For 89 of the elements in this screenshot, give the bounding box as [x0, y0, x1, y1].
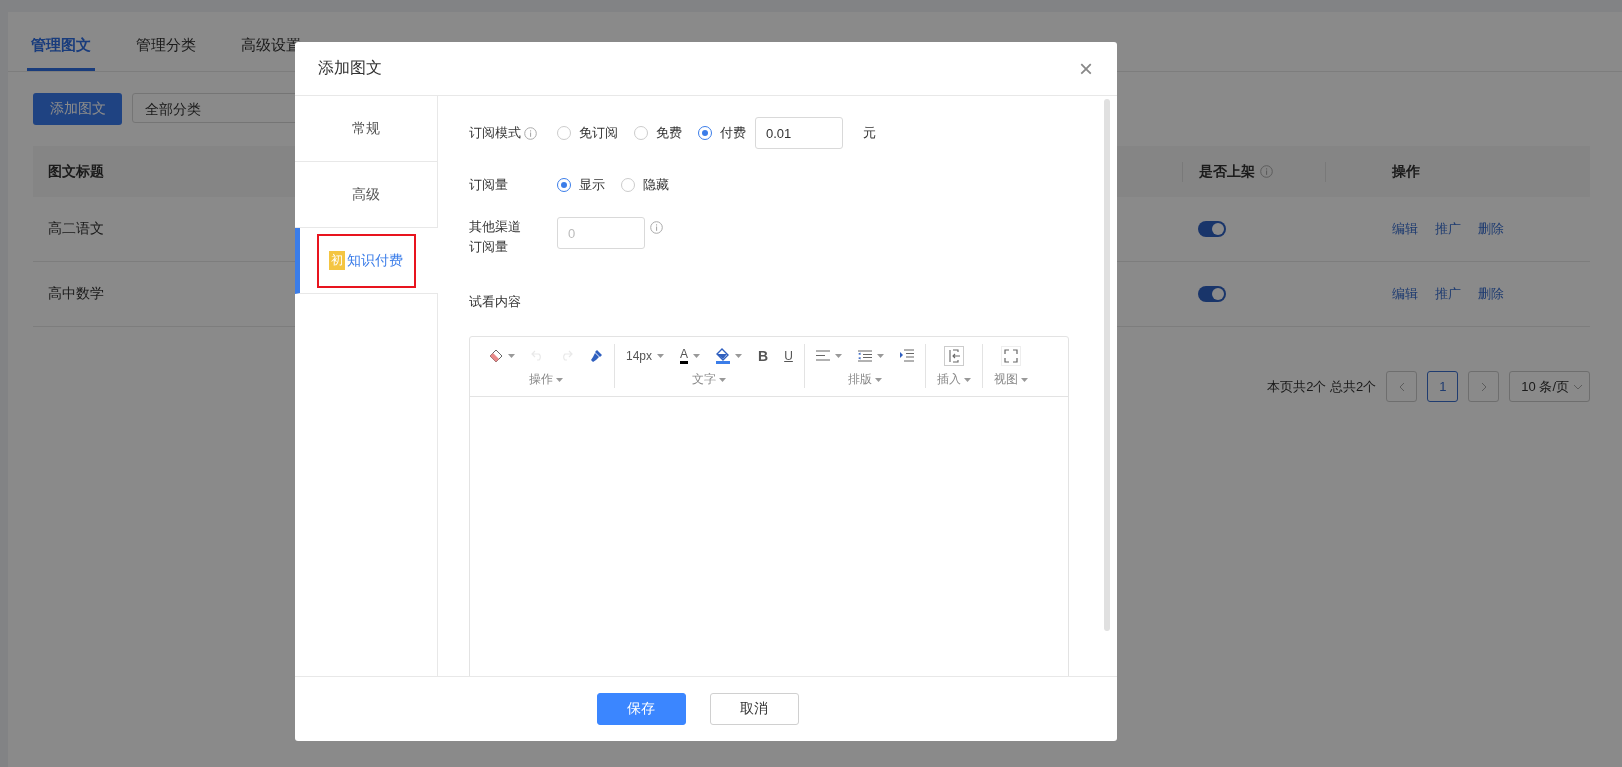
bold-button[interactable]: B [758, 347, 769, 364]
radio-option[interactable]: 付费 [698, 124, 746, 142]
count-field[interactable]: 0 [557, 217, 645, 249]
bgcolor-button[interactable] [716, 347, 743, 364]
action-link[interactable]: 推广 [1435, 220, 1461, 238]
action-link[interactable]: 编辑 [1392, 285, 1418, 303]
info-icon [650, 221, 663, 234]
field-label: 订阅量 [469, 176, 508, 194]
toolbar-group-menu[interactable]: 排版 [847, 371, 882, 388]
brush-button[interactable] [589, 348, 603, 363]
caret-icon [876, 353, 884, 358]
chevron-right-icon [1480, 381, 1487, 392]
toolbar-group-menu[interactable]: 视图 [993, 371, 1028, 388]
table-cell: 高中数学 [48, 285, 104, 303]
radio-option[interactable]: 显示 [557, 176, 605, 194]
toggle-switch[interactable] [1198, 286, 1226, 302]
radio-label: 免费 [656, 124, 682, 142]
caret-icon [874, 377, 882, 382]
page-size-select[interactable]: 10 条/页 [1509, 371, 1590, 402]
caret-icon [735, 353, 743, 358]
save-button[interactable]: 保存 [596, 693, 686, 725]
caret-icon [719, 377, 727, 382]
caret-icon [693, 353, 701, 358]
side-tab[interactable]: 初 知识付费 [295, 228, 438, 294]
field-label: 订阅模式 [469, 124, 521, 142]
insert-icon [943, 345, 964, 366]
underline-button[interactable]: U [784, 348, 793, 363]
column-header: 图文标题 [48, 162, 104, 181]
action-link[interactable]: 删除 [1478, 220, 1504, 238]
table-cell: 高二语文 [48, 220, 104, 238]
caret-icon [556, 377, 563, 382]
eraser-icon [489, 348, 503, 363]
chevron-left-icon [1398, 381, 1405, 392]
tab-label: 知识付费 [347, 251, 403, 270]
font-size-select[interactable]: 14px [626, 348, 665, 363]
tab[interactable]: 管理分类 [132, 36, 200, 71]
radio-label: 付费 [720, 124, 746, 142]
unit-label: 元 [863, 124, 876, 142]
line-spacing-icon [857, 349, 872, 362]
add-button[interactable]: 添加图文 [33, 93, 122, 125]
side-tab[interactable]: 常规 [295, 96, 437, 162]
paint-bucket-icon [716, 347, 731, 364]
eraser-button[interactable] [489, 348, 515, 363]
radio-option[interactable]: 免费 [634, 124, 682, 142]
action-link[interactable]: 推广 [1435, 285, 1461, 303]
dialog-title: 添加图文 [318, 58, 382, 78]
toolbar-group-menu[interactable]: 文字 [692, 371, 727, 388]
badge: 初 [329, 251, 345, 270]
insert-button[interactable] [943, 345, 964, 366]
align-icon [815, 350, 830, 361]
align-button[interactable] [815, 350, 842, 361]
indent-icon [899, 349, 914, 362]
radio-option[interactable]: 免订阅 [557, 124, 618, 142]
column-header: 操作 [1392, 162, 1420, 181]
font-color-button[interactable]: A [680, 347, 701, 364]
cancel-button[interactable]: 取消 [709, 693, 799, 725]
page-button[interactable]: 1 [1427, 371, 1459, 402]
close-button[interactable]: × [1079, 54, 1093, 83]
caret-icon [657, 353, 665, 358]
toolbar-group-menu[interactable]: 插入 [936, 371, 971, 388]
tab[interactable]: 管理图文 [27, 36, 95, 71]
field-label: 试看内容 [469, 293, 521, 311]
page-summary: 本页共2个 总共2个 [1267, 377, 1377, 396]
scrollbar-thumb[interactable] [1104, 99, 1110, 631]
caret-icon [963, 377, 971, 382]
radio-label: 隐藏 [643, 176, 669, 194]
fullscreen-button[interactable] [1000, 345, 1021, 366]
caret-icon [834, 353, 842, 358]
lineheight-button[interactable] [857, 349, 884, 362]
chevron-down-icon [1573, 383, 1583, 390]
column-header: 是否上架 [1199, 162, 1255, 181]
toggle-switch[interactable] [1198, 221, 1226, 237]
radio-option[interactable]: 隐藏 [621, 176, 669, 194]
brush-icon [589, 348, 603, 363]
indent-button[interactable] [899, 349, 914, 362]
action-link[interactable]: 编辑 [1392, 220, 1418, 238]
caret-icon [508, 353, 515, 358]
tab-label: 高级 [352, 185, 380, 204]
price-field[interactable]: 0.01 [755, 117, 843, 149]
caret-icon [1020, 377, 1028, 382]
fullscreen-icon [1000, 345, 1021, 366]
field-label: 其他渠道 订阅量 [469, 218, 521, 256]
radio-label: 免订阅 [579, 124, 618, 142]
page-size-value: 10 条/页 [1521, 377, 1569, 396]
tab-label: 常规 [352, 119, 380, 138]
action-link[interactable]: 删除 [1478, 285, 1504, 303]
info-icon [524, 126, 537, 140]
radio-label: 显示 [579, 176, 605, 194]
toolbar-group-menu[interactable]: 操作 [529, 371, 563, 388]
